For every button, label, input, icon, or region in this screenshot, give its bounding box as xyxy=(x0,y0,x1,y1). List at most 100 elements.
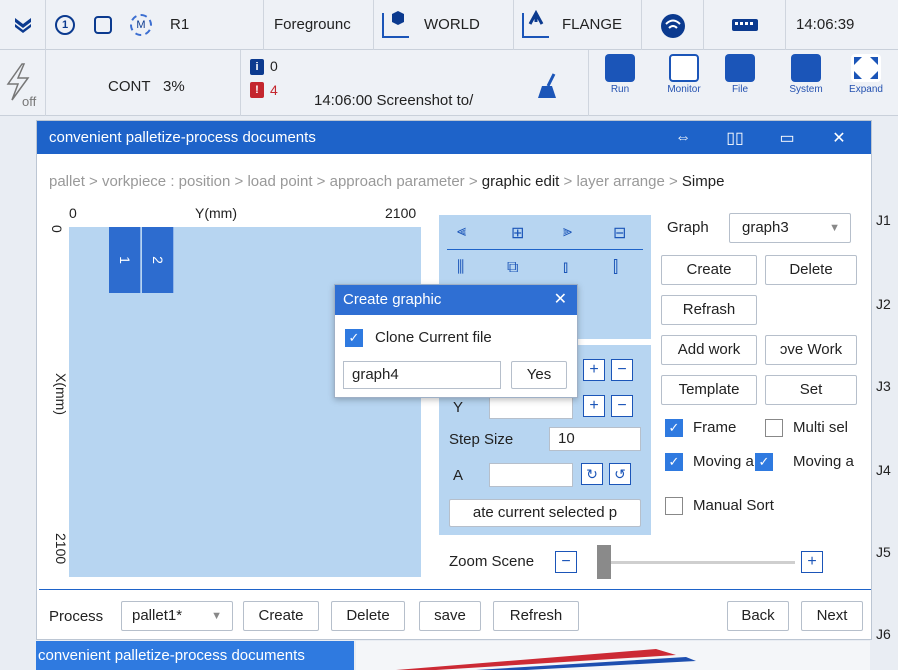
coord-mode-selector[interactable]: Foregrounc xyxy=(264,0,374,50)
run-icon xyxy=(605,54,635,82)
add-work-button[interactable]: Add work xyxy=(661,335,757,365)
y-label: Y xyxy=(453,399,464,416)
multi-select-checkbox[interactable] xyxy=(765,419,783,437)
remove-work-button[interactable]: ɔve Work xyxy=(765,335,857,365)
expand-arrows-icon xyxy=(851,54,881,82)
system-tool[interactable]: System xyxy=(780,52,832,112)
run-tool[interactable]: Run xyxy=(594,52,646,112)
power-indicator[interactable]: off xyxy=(0,50,46,116)
graph-refresh-button[interactable]: Refrash xyxy=(661,295,757,325)
graph-delete-button[interactable]: Delete xyxy=(765,255,857,285)
moving-a-label: Moving a xyxy=(693,453,754,470)
menu-toggle[interactable] xyxy=(0,0,46,50)
workpiece-block[interactable]: 1 xyxy=(109,227,141,293)
moving-b-checkbox[interactable]: ✓ xyxy=(755,453,773,471)
power-state: off xyxy=(22,94,37,109)
zoom-slider-handle[interactable] xyxy=(597,545,611,579)
divider xyxy=(447,249,643,250)
window-titlebar[interactable]: convenient palletize-process documents ⇔… xyxy=(37,121,871,154)
expand-tool[interactable]: Expand xyxy=(840,52,892,112)
split-view-icon[interactable]: ▯▯ xyxy=(709,128,761,148)
step-size-field[interactable]: 10 xyxy=(549,427,641,451)
m-button[interactable]: M xyxy=(122,13,160,36)
graphic-name-field[interactable]: graph4 xyxy=(343,361,501,389)
angle-field[interactable] xyxy=(489,463,573,487)
graph-create-button[interactable]: Create xyxy=(661,255,757,285)
keyboard-button[interactable] xyxy=(704,0,786,50)
tool-label: Run xyxy=(610,84,630,95)
divider xyxy=(39,589,871,590)
swap-icon[interactable]: ⇔ xyxy=(657,129,709,147)
y-plus-button[interactable]: + xyxy=(583,395,605,417)
process-refresh-button[interactable]: Refresh xyxy=(493,601,579,631)
flange-frame-selector[interactable]: FLANGE xyxy=(514,0,642,50)
x-plus-button[interactable]: + xyxy=(583,359,605,381)
speed-percent[interactable]: 3% xyxy=(163,78,185,95)
rotate-ccw-icon[interactable]: ↺ xyxy=(609,463,631,485)
manual-sort-checkbox[interactable] xyxy=(665,497,683,515)
square-icon xyxy=(94,15,112,34)
clock-time: 14:06:39 xyxy=(796,16,855,33)
distribute-bottom-icon[interactable]: ⫾ xyxy=(563,259,568,277)
signal-button[interactable] xyxy=(642,0,704,50)
template-button[interactable]: Template xyxy=(661,375,757,405)
graph-select-value: graph3 xyxy=(742,219,789,236)
file-tool[interactable]: File xyxy=(714,52,766,112)
clone-checkbox[interactable]: ✓ xyxy=(345,329,363,347)
zoom-in-button[interactable]: + xyxy=(801,551,823,573)
graph-select[interactable]: graph3 ▼ xyxy=(729,213,851,243)
dialog-close-icon[interactable]: ✕ xyxy=(554,285,567,315)
y-minus-button[interactable]: − xyxy=(611,395,633,417)
m-circle-icon: M xyxy=(130,13,152,36)
align-center-h-icon[interactable]: ⊞ xyxy=(511,223,524,243)
robot-state-bar: off CONT 3% i 0 ! 4 14:06:00 Screenshot … xyxy=(0,50,898,116)
rotate-cw-icon[interactable]: ↻ xyxy=(581,463,603,485)
back-button[interactable]: Back xyxy=(727,601,789,631)
zoom-slider-track[interactable] xyxy=(611,561,795,564)
moving-a-checkbox[interactable]: ✓ xyxy=(665,453,683,471)
align-left-icon[interactable]: ⫷ xyxy=(457,223,466,241)
process-select[interactable]: pallet1* ▼ xyxy=(121,601,233,631)
distribute-v-icon[interactable]: ⫿ xyxy=(613,259,618,277)
monitor-icon xyxy=(669,54,699,82)
wireless-signal-icon xyxy=(659,12,687,38)
latest-message[interactable]: 14:06:00 Screenshot to/ xyxy=(314,92,473,109)
robot-selector[interactable]: R1 xyxy=(160,0,264,50)
align-right-icon[interactable]: ⫸ xyxy=(563,223,572,241)
y-axis-label: Y(mm) xyxy=(195,205,237,221)
x-minus-button[interactable]: − xyxy=(611,359,633,381)
process-delete-button[interactable]: Delete xyxy=(331,601,405,631)
broom-icon[interactable] xyxy=(536,72,560,104)
monitor-tool[interactable]: Monitor xyxy=(658,52,710,112)
process-create-button[interactable]: Create xyxy=(243,601,319,631)
breadcrumb-last[interactable]: Simpe xyxy=(682,173,725,190)
maximize-icon[interactable]: ▭ xyxy=(761,128,813,148)
world-frame-selector[interactable]: WORLD xyxy=(374,0,514,50)
y-field[interactable] xyxy=(489,395,573,419)
window-controls: ⇔ ▯▯ ▭ ✕ xyxy=(657,121,865,154)
dialog-yes-button[interactable]: Yes xyxy=(511,361,567,389)
frame-checkbox[interactable]: ✓ xyxy=(665,419,683,437)
joint-label: J3 xyxy=(876,378,891,394)
distribute-center-icon[interactable]: ⧉ xyxy=(507,259,518,277)
zoom-out-button[interactable]: − xyxy=(555,551,577,573)
next-button[interactable]: Next xyxy=(801,601,863,631)
align-top-icon[interactable]: ⊟ xyxy=(613,223,626,243)
taskbar-item[interactable]: convenient palletize-process documents xyxy=(36,641,354,670)
system-arm-icon xyxy=(791,54,821,82)
close-icon[interactable]: ✕ xyxy=(813,128,865,148)
double-chevron-down-icon xyxy=(13,16,33,34)
pallet-canvas[interactable]: 1 2 xyxy=(69,227,421,577)
info-circle-button[interactable]: 1 xyxy=(46,14,84,35)
set-button[interactable]: Set xyxy=(765,375,857,405)
dialog-titlebar[interactable]: Create graphic ✕ xyxy=(335,285,577,315)
divider xyxy=(588,50,589,116)
save-button[interactable]: save xyxy=(419,601,481,631)
square-button[interactable] xyxy=(84,15,122,34)
breadcrumb-prefix[interactable]: pallet > vorkpiece : position > load poi… xyxy=(49,173,482,190)
workpiece-block[interactable]: 2 xyxy=(142,227,174,293)
update-selected-button[interactable]: ate current selected p xyxy=(449,499,641,527)
joint-label: J6 xyxy=(876,626,891,642)
breadcrumb-suffix[interactable]: > layer arrange > xyxy=(559,173,682,190)
distribute-h-icon[interactable]: ⫼ xyxy=(457,259,464,277)
